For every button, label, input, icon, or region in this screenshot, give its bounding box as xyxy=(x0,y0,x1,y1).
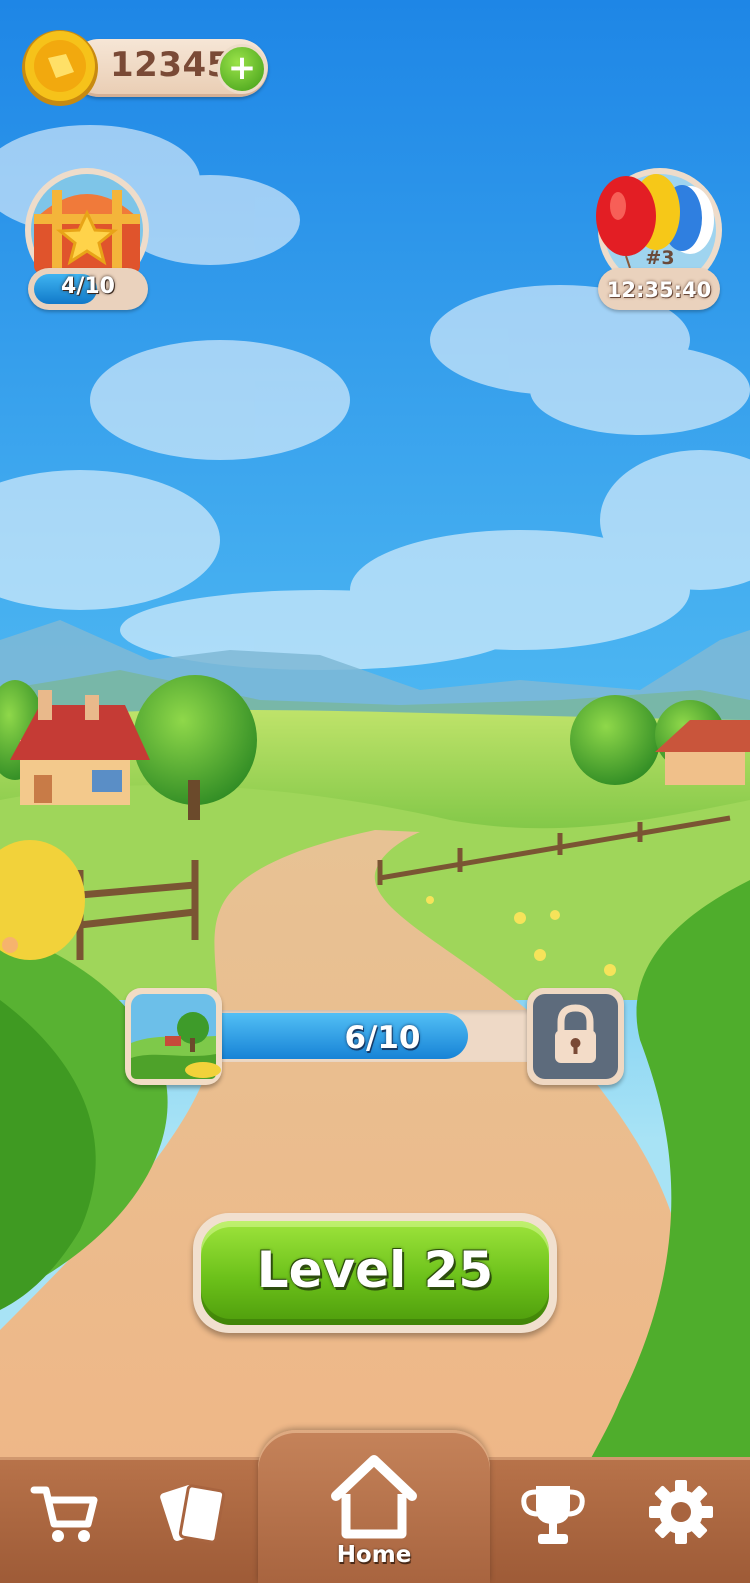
cart-icon[interactable] xyxy=(30,1480,100,1550)
nav-home-label: Home xyxy=(336,1542,412,1568)
cards-icon[interactable] xyxy=(160,1478,228,1550)
next-area-locked xyxy=(527,988,624,1085)
event-timer: 12:35:40 xyxy=(606,278,712,302)
play-level-button-face: Level 25 xyxy=(201,1221,549,1325)
add-coins-button[interactable]: + xyxy=(217,44,267,94)
trophy-icon[interactable] xyxy=(518,1478,588,1550)
coin-icon xyxy=(22,30,98,106)
home-icon[interactable] xyxy=(328,1452,420,1540)
area-progress-text: 6/10 xyxy=(344,1020,421,1056)
chest-progress-text: 4/10 xyxy=(61,274,115,299)
current-area-thumbnail xyxy=(125,988,222,1085)
coin-amount: 12345 xyxy=(110,45,231,85)
event-rank: #3 xyxy=(645,247,675,269)
play-level-button[interactable]: Level 25 xyxy=(193,1213,557,1333)
gear-icon[interactable] xyxy=(645,1476,717,1548)
play-level-label: Level 25 xyxy=(256,1241,494,1299)
